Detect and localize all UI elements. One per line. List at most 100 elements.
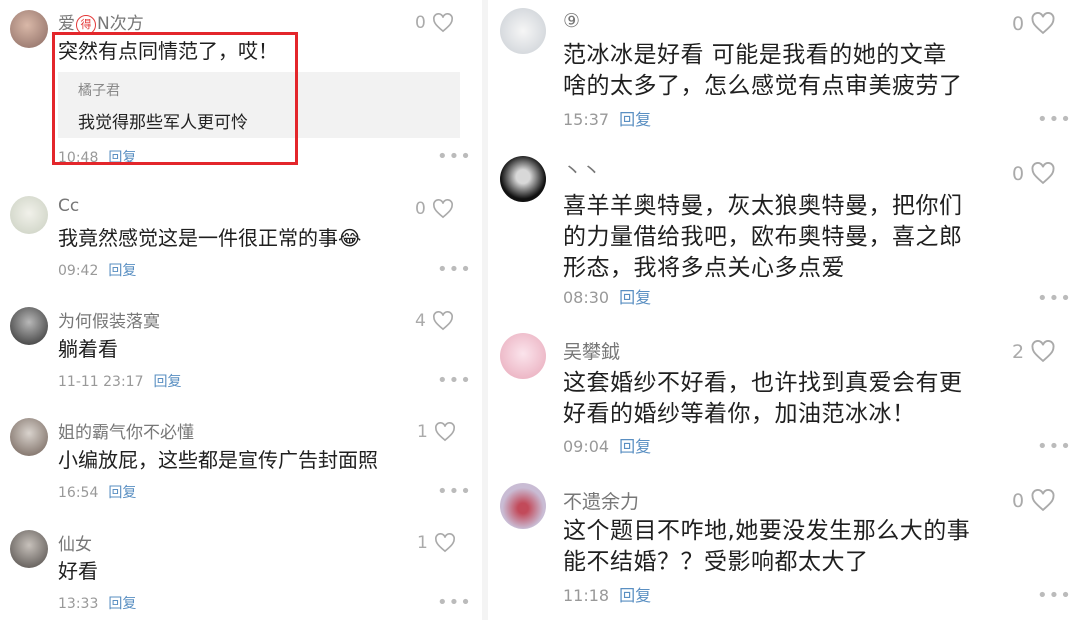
more-dots-icon[interactable]: ••• xyxy=(437,146,472,167)
comment-text: 躺着看 xyxy=(58,337,118,361)
avatar[interactable] xyxy=(10,418,48,456)
column-divider xyxy=(482,0,488,620)
comment-text-line: 好看的婚纱等着你，加油范冰冰！ xyxy=(563,401,916,427)
reply-button[interactable]: 回复 xyxy=(153,374,181,390)
like-count: 2 xyxy=(1012,340,1025,363)
comment-author[interactable]: 吴攀鉞 xyxy=(563,337,620,364)
comment-author[interactable]: 姐的霸气你不必懂 xyxy=(58,418,194,443)
comment-time: 11:18 xyxy=(563,586,610,605)
comment-time: 11-11 23:17 xyxy=(58,374,144,390)
comment-text: 这个题目不咋地,她要没发生那么大的事 能不结婚？？受影响都太大了 xyxy=(563,516,970,578)
more-dots-icon[interactable]: ••• xyxy=(437,259,472,280)
comment-time: 09:42 xyxy=(58,263,99,279)
comment-text: 这套婚纱不好看，也许找到真爱会有更 好看的婚纱等着你，加油范冰冰！ xyxy=(563,368,963,430)
heart-outline-icon xyxy=(1031,340,1055,363)
more-dots-icon[interactable]: ••• xyxy=(437,592,472,613)
comment-text-line: 的力量借给我吧，欧布奥特曼，喜之郎 xyxy=(563,224,963,250)
avatar[interactable] xyxy=(500,156,546,202)
comment-time: 09:04 xyxy=(563,437,610,456)
like-count: 1 xyxy=(417,422,428,442)
avatar[interactable] xyxy=(500,8,546,54)
comment-text-line: 这套婚纱不好看，也许找到真爱会有更 xyxy=(563,370,963,396)
comment-text: 好看 xyxy=(58,559,98,583)
comment-text: 范冰冰是好看 可能是我看的她的文章 啥的太多了，怎么感觉有点审美疲劳了 xyxy=(563,40,963,102)
like-count: 0 xyxy=(415,199,426,219)
like-button[interactable]: 0 xyxy=(1012,12,1056,35)
like-button[interactable]: 1 xyxy=(417,533,456,553)
comment-text-line: 啥的太多了，怎么感觉有点审美疲劳了 xyxy=(563,73,963,99)
comment-text: 小编放屁，这些都是宣传广告封面照 xyxy=(58,448,378,472)
heart-outline-icon xyxy=(434,422,455,442)
like-button[interactable]: 2 xyxy=(1012,340,1056,363)
comment-author[interactable]: 不遗余力 xyxy=(563,487,639,514)
comment-text: 喜羊羊奥特曼，灰太狼奥特曼，把你们 的力量借给我吧，欧布奥特曼，喜之郎 形态，我… xyxy=(563,191,963,284)
author-name-suffix: N次方 xyxy=(97,14,144,34)
like-count: 4 xyxy=(415,311,426,331)
avatar[interactable] xyxy=(10,307,48,345)
heart-outline-icon xyxy=(1031,162,1055,185)
more-dots-icon[interactable]: ••• xyxy=(437,481,472,502)
reply-button[interactable]: 回复 xyxy=(619,288,651,307)
like-button[interactable]: 1 xyxy=(417,422,456,442)
comment-meta: 16:54 回复 xyxy=(58,482,136,502)
like-count: 0 xyxy=(1012,162,1025,185)
comment-meta: 08:30 回复 xyxy=(563,284,651,308)
comment-text-line: 喜羊羊奥特曼，灰太狼奥特曼，把你们 xyxy=(563,193,963,219)
like-button[interactable]: 4 xyxy=(415,311,454,331)
more-dots-icon[interactable]: ••• xyxy=(437,370,472,391)
comment-meta: 11-11 23:17 回复 xyxy=(58,371,181,391)
avatar[interactable] xyxy=(500,483,546,529)
reply-button[interactable]: 回复 xyxy=(619,110,651,129)
comment-meta: 13:33 回复 xyxy=(58,593,136,613)
comment-text-line: 形态，我将多点关心多点爱 xyxy=(563,255,845,281)
reply-button[interactable]: 回复 xyxy=(108,485,136,501)
comment-author[interactable]: 仙女 xyxy=(58,530,92,555)
heart-outline-icon xyxy=(432,199,453,219)
like-count: 0 xyxy=(1012,489,1025,512)
avatar[interactable] xyxy=(500,333,546,379)
comment-time: 15:37 xyxy=(563,110,610,129)
avatar[interactable] xyxy=(10,10,48,48)
like-count: 1 xyxy=(417,533,428,553)
left-comment-column: 爱得 N次方 0 突然有点同情范了，哎！ 橘子君 我觉得那些军人更可怜 10:48… xyxy=(0,0,480,620)
comment-author[interactable]: 丶丶 xyxy=(563,156,601,183)
avatar[interactable] xyxy=(10,196,48,234)
reply-button[interactable]: 回复 xyxy=(619,437,651,456)
like-button[interactable]: 0 xyxy=(1012,162,1056,185)
like-button[interactable]: 0 xyxy=(415,199,454,219)
comment-time: 16:54 xyxy=(58,485,99,501)
comment-meta: 09:42 回复 xyxy=(58,260,136,280)
heart-outline-icon xyxy=(432,311,453,331)
like-count: 0 xyxy=(415,13,426,33)
highlight-box xyxy=(52,32,298,165)
comment-meta: 09:04 回复 xyxy=(563,433,651,457)
heart-outline-icon xyxy=(432,13,453,33)
comment-text-line: 能不结婚？？受影响都太大了 xyxy=(563,549,869,575)
like-count: 0 xyxy=(1012,12,1025,35)
comment-text-line: 这个题目不咋地,她要没发生那么大的事 xyxy=(563,518,971,544)
avatar[interactable] xyxy=(10,530,48,568)
comment-meta: 15:37 回复 xyxy=(563,106,651,130)
like-button[interactable]: 0 xyxy=(1012,489,1056,512)
comment-author[interactable]: Cc xyxy=(58,196,79,216)
heart-outline-icon xyxy=(1031,489,1055,512)
reply-button[interactable]: 回复 xyxy=(619,586,651,605)
comment-text: 我竟然感觉这是一件很正常的事😂 xyxy=(58,226,362,250)
heart-outline-icon xyxy=(1031,12,1055,35)
reply-button[interactable]: 回复 xyxy=(108,596,136,612)
comment-time: 08:30 xyxy=(563,288,610,307)
author-name-prefix: 爱 xyxy=(58,14,75,34)
comment-author[interactable]: 为何假装落寞 xyxy=(58,307,160,332)
more-dots-icon[interactable]: ••• xyxy=(1037,585,1072,606)
comment-time: 13:33 xyxy=(58,596,99,612)
comment-meta: 11:18 回复 xyxy=(563,582,651,606)
comment-author[interactable]: ⑨ xyxy=(563,10,580,32)
heart-outline-icon xyxy=(434,533,455,553)
more-dots-icon[interactable]: ••• xyxy=(1037,288,1072,309)
more-dots-icon[interactable]: ••• xyxy=(1037,109,1072,130)
like-button[interactable]: 0 xyxy=(415,13,454,33)
reply-button[interactable]: 回复 xyxy=(108,263,136,279)
more-dots-icon[interactable]: ••• xyxy=(1037,436,1072,457)
right-comment-column: ⑨ 0 范冰冰是好看 可能是我看的她的文章 啥的太多了，怎么感觉有点审美疲劳了 … xyxy=(490,0,1080,620)
comment-text-line: 范冰冰是好看 可能是我看的她的文章 xyxy=(563,42,947,68)
